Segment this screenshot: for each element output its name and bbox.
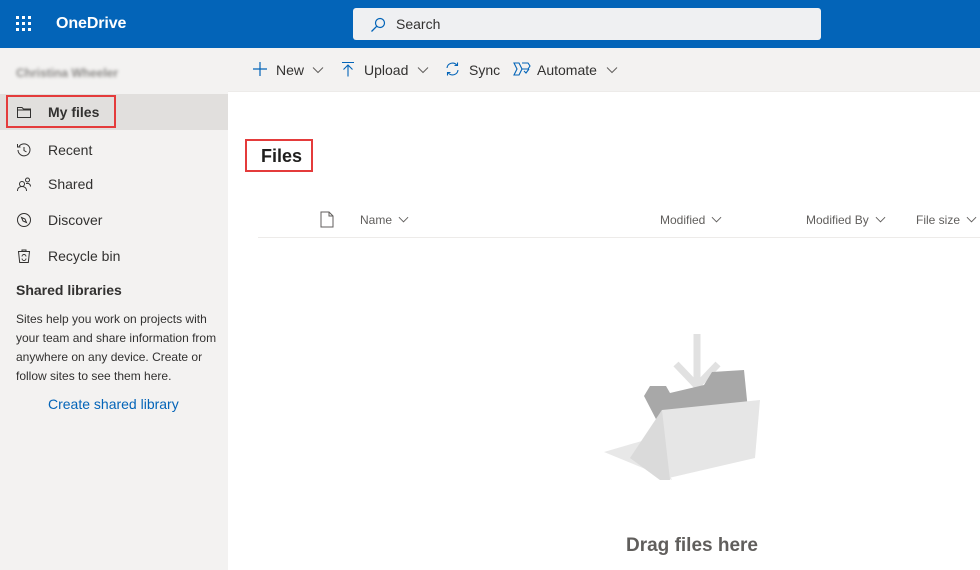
sync-icon — [446, 62, 459, 76]
history-icon — [17, 143, 31, 157]
chevron-down-icon — [966, 216, 977, 223]
column-header-row: Name Modified Modified By File size — [258, 200, 980, 238]
chevron-down-icon — [417, 67, 429, 74]
sidebar-item-label: Recycle bin — [48, 248, 121, 264]
chevron-down-icon — [312, 67, 324, 74]
shared-libraries-description: Sites help you work on projects with you… — [16, 312, 217, 383]
sidebar-item-recent[interactable]: Recent — [0, 132, 228, 168]
chevron-down-icon — [398, 216, 409, 223]
column-name[interactable]: Name — [360, 213, 409, 227]
sidebar-item-recycle-bin[interactable]: Recycle bin — [0, 238, 228, 274]
upload-icon — [342, 61, 354, 77]
empty-state-message: Drag files here — [626, 535, 758, 556]
new-label: New — [276, 62, 305, 78]
app-launcher-icon[interactable] — [14, 14, 34, 34]
empty-folder-illustration — [604, 334, 760, 480]
shared-libraries-heading: Shared libraries — [16, 282, 122, 298]
compass-icon — [17, 213, 31, 227]
top-bar: OneDrive Search — [0, 0, 980, 48]
recycle-bin-icon — [17, 249, 31, 263]
upload-label: Upload — [364, 62, 409, 78]
sync-button[interactable]: Sync — [444, 60, 502, 80]
column-modified-by[interactable]: Modified By — [806, 213, 886, 227]
people-icon — [17, 177, 31, 192]
sidebar-item-discover[interactable]: Discover — [0, 202, 228, 238]
column-file-size[interactable]: File size — [916, 213, 977, 227]
sidebar-item-label: Discover — [48, 212, 103, 228]
sync-label: Sync — [469, 62, 501, 78]
chevron-down-icon — [875, 216, 886, 223]
new-button[interactable]: New — [252, 60, 328, 80]
create-shared-library-link[interactable]: Create shared library — [48, 396, 179, 412]
upload-button[interactable]: Upload — [340, 60, 432, 80]
app-title[interactable]: OneDrive — [56, 14, 126, 34]
column-modified[interactable]: Modified — [660, 213, 722, 227]
chevron-down-icon — [606, 67, 618, 74]
search-box[interactable]: Search — [353, 8, 821, 40]
automate-icon — [513, 62, 531, 76]
highlight-box — [6, 95, 116, 128]
automate-label: Automate — [537, 62, 597, 78]
plus-icon — [253, 62, 267, 76]
automate-button[interactable]: Automate — [513, 60, 621, 80]
chevron-down-icon — [711, 216, 722, 223]
sidebar-item-shared[interactable]: Shared — [0, 166, 228, 202]
command-bar: New Upload Sync Automate — [228, 48, 980, 92]
user-name: Christina Wheeler — [16, 66, 119, 80]
file-type-icon[interactable] — [320, 211, 334, 228]
search-placeholder: Search — [396, 16, 441, 32]
sidebar-item-label: Recent — [48, 142, 93, 158]
search-icon — [371, 17, 386, 32]
left-navigation: Christina Wheeler My files Recent Shared… — [0, 48, 228, 570]
highlight-box — [245, 139, 313, 172]
sidebar-item-label: Shared — [48, 176, 94, 192]
